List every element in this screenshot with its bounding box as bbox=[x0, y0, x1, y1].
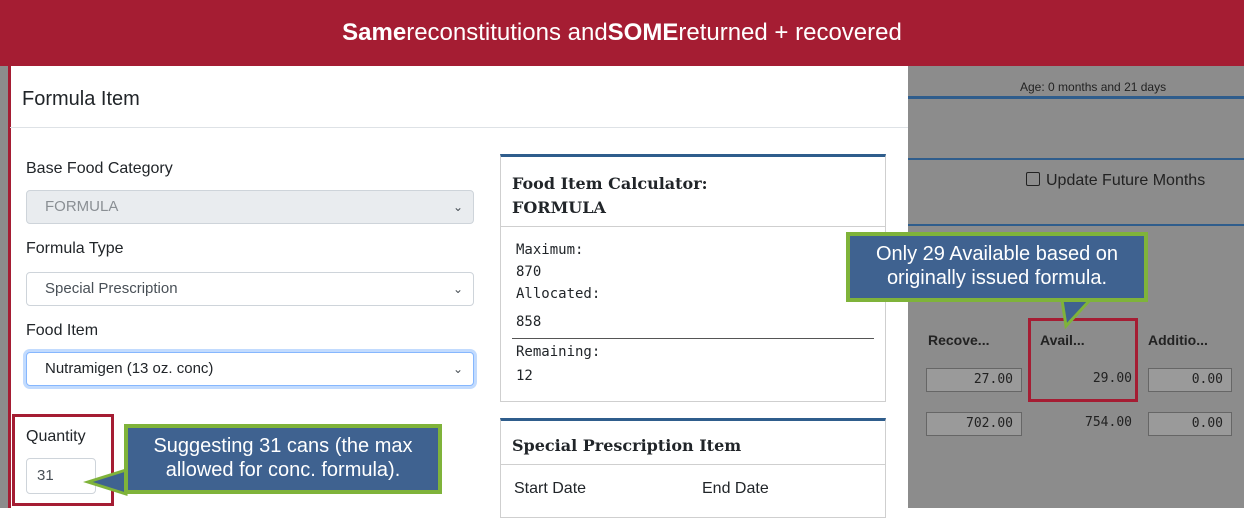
quantity-callout: Suggesting 31 cans (the max allowed for … bbox=[124, 424, 442, 494]
available-callout-line1: Only 29 Available based on bbox=[875, 243, 1119, 265]
available-callout-pointer bbox=[1060, 298, 1094, 330]
quantity-callout-line1: Suggesting 31 cans (the max bbox=[153, 435, 413, 457]
available-callout: Only 29 Available based on originally is… bbox=[846, 232, 1148, 302]
quantity-callout-pointer bbox=[83, 467, 128, 497]
available-callout-line2: originally issued formula. bbox=[886, 267, 1108, 289]
quantity-callout-line2: allowed for conc. formula). bbox=[165, 459, 401, 481]
